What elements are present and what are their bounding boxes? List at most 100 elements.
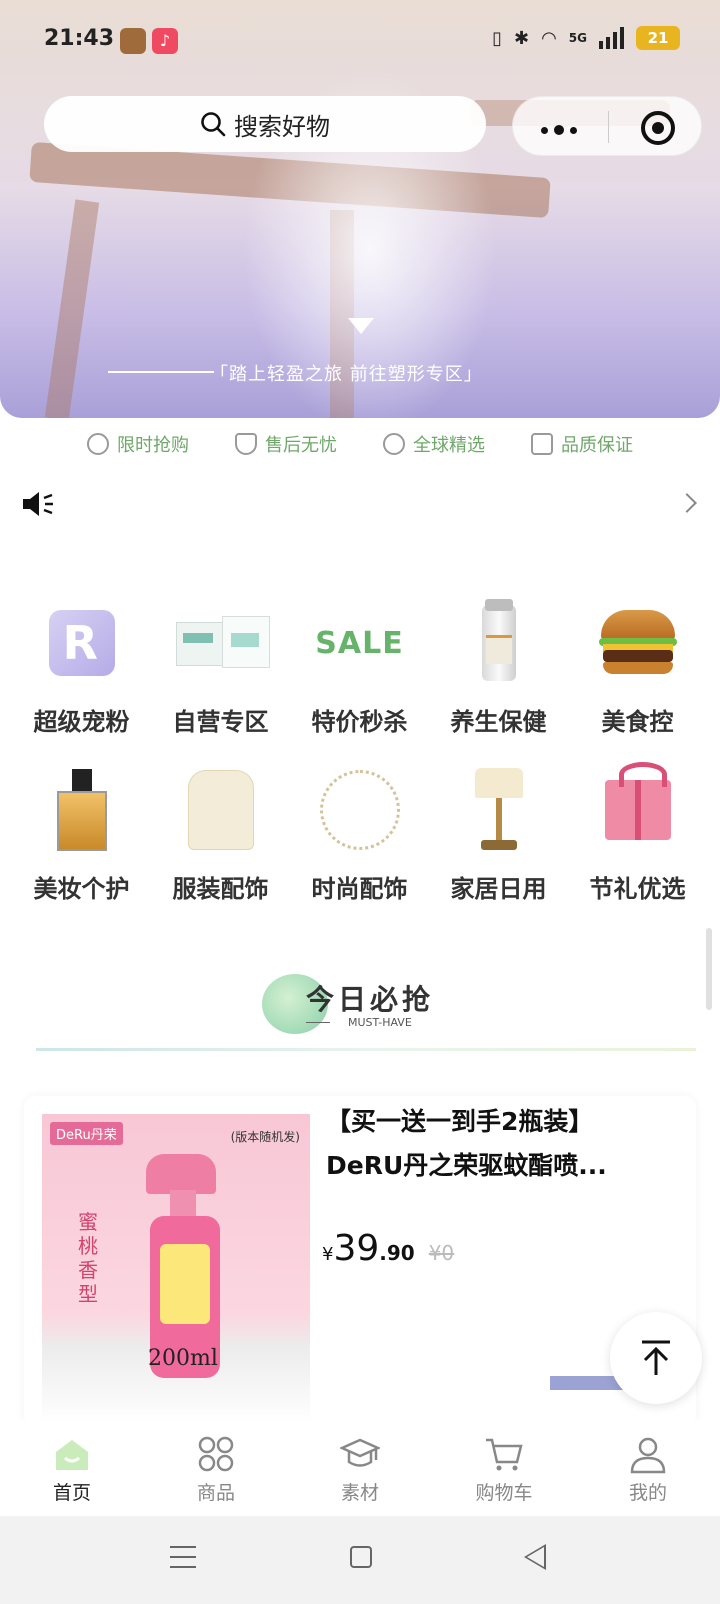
wifi-icon: ◠ — [541, 27, 557, 49]
category-food[interactable]: 美食控 — [568, 598, 707, 737]
vibrate-icon: ▯ — [492, 27, 502, 49]
category-flash-sale[interactable]: SALE 特价秒杀 — [290, 598, 429, 737]
tab-home[interactable]: 首页 — [0, 1420, 144, 1516]
product-brand-logo: DeRu丹荣 — [50, 1122, 123, 1145]
system-navigation-bar — [0, 1516, 720, 1604]
lamp-icon — [469, 768, 529, 852]
graduation-cap-icon — [340, 1438, 380, 1467]
bluetooth-icon: ✱ — [513, 27, 530, 49]
globe-icon — [383, 433, 405, 455]
battery-icon: 21 — [636, 26, 680, 50]
category-super-fan[interactable]: 超级宠粉 — [12, 598, 151, 737]
back-to-top-button[interactable] — [610, 1312, 702, 1404]
category-health[interactable]: 养生保健 — [429, 598, 568, 737]
super-fan-icon — [48, 610, 115, 676]
close-program-icon[interactable] — [641, 111, 675, 145]
gift-box-icon — [604, 762, 671, 840]
signal-icon — [599, 27, 624, 49]
cart-icon — [486, 1438, 523, 1471]
more-icon[interactable] — [541, 125, 577, 135]
category-label: 美妆个护 — [33, 875, 130, 903]
product-version-note: (版本随机发) — [230, 1130, 300, 1144]
guarantee-strip: 限时抢购 售后无忧 全球精选 品质保证 — [0, 426, 720, 462]
home-icon — [56, 1440, 88, 1470]
category-home[interactable]: 家居日用 — [429, 765, 568, 904]
status-indicators: ▯ ✱ ◠ 5G 21 — [492, 26, 680, 50]
section-subtitle: MUST-HAVE — [348, 1016, 412, 1029]
guarantee-label: 品质保证 — [561, 435, 633, 456]
category-label: 超级宠粉 — [33, 708, 130, 736]
category-self-operated[interactable]: 自营专区 — [151, 598, 290, 737]
clock-icon — [87, 433, 109, 455]
status-bar: 21:43 ♪ ▯ ✱ ◠ 5G 21 — [0, 0, 720, 80]
product-title[interactable]: 【买一送一到手2瓶装】 DeRU丹之荣驱蚊酯喷... — [326, 1100, 676, 1188]
category-beauty[interactable]: 美妆个护 — [12, 765, 151, 904]
chevron-right-icon[interactable] — [677, 493, 697, 513]
bottom-tab-bar: 首页 商品 素材 购物车 我的 — [0, 1420, 720, 1516]
category-label: 时尚配饰 — [311, 875, 408, 903]
product-image[interactable]: DeRu丹荣 (版本随机发) 蜜桃香型 200ml — [42, 1114, 310, 1424]
necklace-icon — [319, 770, 400, 850]
grid-icon — [198, 1436, 234, 1472]
burger-icon — [598, 610, 677, 676]
guarantee-global: 全球精选 — [383, 426, 485, 462]
category-label: 美食控 — [601, 708, 674, 736]
search-bar[interactable]: 搜索好物 — [44, 96, 486, 152]
profile-icon — [630, 1437, 666, 1474]
spray-bottle-image — [146, 1154, 220, 1378]
supplement-bottle-icon — [481, 599, 516, 681]
tab-products[interactable]: 商品 — [144, 1420, 288, 1516]
product-card[interactable]: DeRu丹荣 (版本随机发) 蜜桃香型 200ml 【买一送一到手2瓶装】 De… — [24, 1096, 696, 1426]
self-operated-icon — [175, 614, 270, 672]
tab-cart[interactable]: 购物车 — [432, 1420, 576, 1516]
product-title-line2: DeRU丹之荣驱蚊酯喷... — [326, 1151, 607, 1180]
price-currency: ¥ — [322, 1244, 334, 1265]
network-label: 5G — [568, 31, 587, 45]
music-app-icon: ♪ — [152, 28, 178, 54]
product-title-line1: 【买一送一到手2瓶装】 — [326, 1107, 594, 1136]
mini-program-capsule — [512, 96, 702, 156]
speaker-icon — [23, 492, 53, 516]
recent-apps-icon[interactable] — [170, 1546, 196, 1568]
product-price: ¥ 39 .90 ¥0 — [322, 1228, 454, 1269]
search-placeholder: 搜索好物 — [234, 112, 330, 141]
down-arrow-icon — [348, 318, 374, 334]
home-button-icon[interactable] — [350, 1546, 372, 1568]
back-icon[interactable] — [524, 1544, 546, 1570]
notice-bar[interactable] — [0, 482, 720, 526]
hero-divider — [108, 371, 214, 373]
tab-profile[interactable]: 我的 — [576, 1420, 720, 1516]
price-decimal: .90 — [379, 1241, 415, 1265]
status-time: 21:43 — [44, 26, 115, 51]
shield-check-icon — [235, 433, 257, 455]
perfume-icon — [56, 769, 107, 851]
category-fashion-accessories[interactable]: 时尚配饰 — [290, 765, 429, 904]
original-price: ¥0 — [428, 1241, 455, 1265]
section-title: 今日必抢 — [306, 983, 435, 1016]
tab-label: 我的 — [628, 1482, 667, 1504]
section-divider — [36, 1048, 696, 1051]
coat-icon — [187, 770, 254, 850]
guarantee-label: 售后无忧 — [265, 435, 337, 456]
hero-caption: 「踏上轻盈之旅 前往塑形专区」 — [210, 364, 483, 385]
capsule-divider — [608, 111, 609, 143]
category-label: 家居日用 — [450, 875, 547, 903]
quality-badge-icon — [531, 433, 553, 455]
tab-label: 首页 — [52, 1482, 91, 1504]
category-apparel[interactable]: 服装配饰 — [151, 765, 290, 904]
tab-materials[interactable]: 素材 — [288, 1420, 432, 1516]
category-grid: 超级宠粉 自营专区 SALE 特价秒杀 养生保健 美食控 美妆个护 服装配饰 时… — [12, 598, 708, 904]
guarantee-flash-sale: 限时抢购 — [87, 426, 189, 462]
tab-label: 素材 — [340, 1482, 379, 1504]
tab-label: 商品 — [196, 1482, 235, 1504]
guarantee-label: 全球精选 — [413, 435, 485, 456]
guarantee-label: 限时抢购 — [117, 435, 189, 456]
sale-icon: SALE — [315, 625, 404, 661]
category-gifts[interactable]: 节礼优选 — [568, 762, 707, 904]
category-label: 自营专区 — [172, 708, 269, 736]
guarantee-quality: 品质保证 — [531, 426, 633, 462]
tab-label: 购物车 — [475, 1482, 533, 1504]
game-app-icon — [120, 28, 146, 54]
search-icon — [201, 112, 226, 137]
category-label: 养生保健 — [450, 708, 547, 736]
